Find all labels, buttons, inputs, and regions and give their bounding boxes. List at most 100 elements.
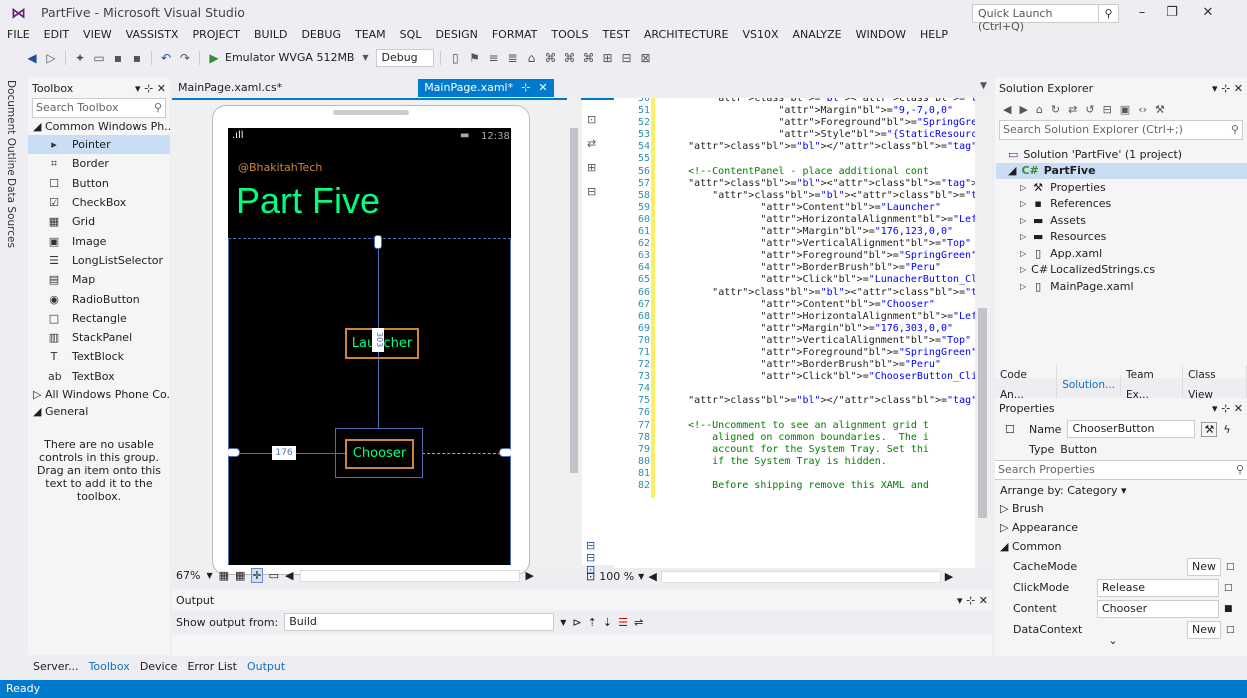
bookmark-next-icon[interactable]: ⌘ <box>561 50 577 66</box>
property-marker[interactable]: □ <box>1224 583 1233 593</box>
pane-controls[interactable]: ▾ ⊹ ✕ <box>1212 82 1243 95</box>
save-icon[interactable]: ▪ <box>110 50 126 66</box>
collapse-all-icon[interactable]: ⊟ <box>1103 103 1112 116</box>
tree-item[interactable]: ▷ C# LocalizedStrings.cs <box>1008 262 1247 279</box>
tree-item[interactable]: ▷ ▬ Resources <box>1008 229 1247 246</box>
tab-list-icon[interactable]: ▼ <box>980 81 987 91</box>
redo-icon[interactable]: ↷ <box>177 50 193 66</box>
tab-mainpage-xaml[interactable]: MainPage.xaml* ⊹ ✕ <box>418 79 554 97</box>
property-marker[interactable]: ■ <box>1224 604 1233 614</box>
tab-mainpage-cs[interactable]: MainPage.xaml.cs* <box>172 79 288 97</box>
format2-icon[interactable]: ⊟ <box>618 50 634 66</box>
expand-icon[interactable]: ▷ <box>1020 232 1026 241</box>
refresh-icon[interactable]: ↺ <box>1085 103 1094 116</box>
menu-item-edit[interactable]: EDIT <box>37 26 76 44</box>
margin-handle[interactable] <box>499 448 511 457</box>
tree-item[interactable]: ▷ ⚒ Properties <box>1008 179 1247 196</box>
scroll-right-icon[interactable]: ▶ <box>526 569 534 582</box>
menu-item-view[interactable]: VIEW <box>76 26 119 44</box>
word-wrap-icon[interactable]: ⇌ <box>634 616 643 629</box>
pending-changes-icon[interactable]: ↻ <box>1051 103 1060 116</box>
menu-item-vassistx[interactable]: VASSISTX <box>119 26 186 44</box>
property-value[interactable]: Release <box>1097 578 1219 597</box>
properties-search-input[interactable]: Search Properties ⚲ <box>995 460 1247 480</box>
xaml-vscrollbar[interactable] <box>975 98 990 568</box>
tree-project[interactable]: ◢ C# PartFive <box>996 162 1247 179</box>
scroll-left-icon[interactable]: ◀ <box>648 570 656 583</box>
menu-item-team[interactable]: TEAM <box>348 26 393 44</box>
snap-lines-icon[interactable]: ▭ <box>269 569 279 582</box>
tree-item[interactable]: ▷ ▯ App.xaml <box>1008 245 1247 262</box>
tool-icon[interactable]: ⚑ <box>466 50 482 66</box>
properties-icon[interactable]: ⚒ <box>1155 103 1165 116</box>
view-code-icon[interactable]: ‹› <box>1138 103 1147 116</box>
clear-all-icon[interactable]: ☰ <box>618 616 628 629</box>
chooser-button-preview[interactable]: Chooser <box>345 439 414 469</box>
xaml-zoom[interactable]: 100 % <box>599 570 634 583</box>
expand-icon[interactable]: ▷ <box>1020 199 1026 208</box>
toolbox-item-longlistselector[interactable]: ☰ LongListSelector <box>28 251 170 270</box>
phone-screen[interactable]: .ıll ▬ 12:38 @BhakitahTech Part Five Lau… <box>228 128 511 565</box>
toolbox-item-textblock[interactable]: T TextBlock <box>28 347 170 366</box>
close-icon[interactable]: ✕ <box>538 79 547 97</box>
format-icon[interactable]: ⊞ <box>599 50 615 66</box>
toolbox-item-checkbox[interactable]: ☑ CheckBox <box>28 193 170 212</box>
show-all-icon[interactable]: ▣ <box>1120 103 1130 116</box>
events-icon[interactable]: ϟ <box>1223 423 1230 436</box>
menu-item-debug[interactable]: DEBUG <box>294 26 348 44</box>
toolbox-item-stackpanel[interactable]: ▥ StackPanel <box>28 328 170 347</box>
configuration-select[interactable]: Debug <box>376 48 435 67</box>
toolbox-item-textbox[interactable]: ab TextBox <box>28 367 170 386</box>
menu-item-sql[interactable]: SQL <box>393 26 429 44</box>
menu-item-file[interactable]: FILE <box>0 26 37 44</box>
solution-tab[interactable]: Solution... <box>1057 375 1121 395</box>
toolbox-item-grid[interactable]: ▦ Grid <box>28 212 170 231</box>
menu-item-help[interactable]: HELP <box>913 26 955 44</box>
back-icon[interactable]: ◀ <box>1003 103 1011 116</box>
arrange-by-select[interactable]: Arrange by: Category ▾ <box>995 482 1247 499</box>
expand-icon[interactable]: ▷ <box>1020 183 1026 192</box>
grid-icon[interactable]: ⊞ <box>587 156 601 180</box>
menu-item-window[interactable]: WINDOW <box>849 26 913 44</box>
property-marker[interactable]: □ <box>1226 625 1235 635</box>
find-message-icon[interactable]: ⊳ <box>572 616 581 629</box>
pane-controls[interactable]: ▾ ⊹ ✕ <box>1212 402 1243 415</box>
uncomment-icon[interactable]: ≣ <box>504 50 520 66</box>
menu-item-format[interactable]: FORMAT <box>485 26 545 44</box>
pane-controls[interactable]: ▾ ⊹ ✕ <box>957 594 988 607</box>
restore-button[interactable]: ❐ <box>1158 3 1186 23</box>
device-icon[interactable]: ▯ <box>447 50 463 66</box>
minimize-button[interactable]: – <box>1128 3 1156 23</box>
expand-icon[interactable]: ▷ <box>1020 249 1026 258</box>
menu-item-vs10x[interactable]: VS10X <box>735 26 785 44</box>
name-input[interactable]: ChooserButton <box>1067 420 1196 438</box>
forward-icon[interactable]: ▶ <box>1019 103 1027 116</box>
property-category[interactable]: ▷ Brush <box>995 499 1247 518</box>
split-icon[interactable]: ⊡ <box>586 570 595 583</box>
forward-icon[interactable]: ▷ <box>43 50 59 66</box>
expand-icon[interactable]: ▷ <box>1020 265 1026 274</box>
new-project-icon[interactable]: ✦ <box>72 50 88 66</box>
home-icon[interactable]: ⌂ <box>1036 103 1043 116</box>
output-source-select[interactable]: Build <box>284 613 555 631</box>
search-icon[interactable]: ⚲ <box>154 101 162 115</box>
chevron-down-icon[interactable]: ⌄ <box>995 634 1231 647</box>
xaml-editor[interactable]: 50 "attr">class"bl">="bl"><"attr">class"… <box>614 98 990 568</box>
toolbox-item-map[interactable]: ▤ Map <box>28 270 170 289</box>
artboard-icon[interactable]: ✛ <box>251 568 263 583</box>
device-icon[interactable]: ⊡ <box>587 108 601 132</box>
bookmark-prev-icon[interactable]: ⌘ <box>542 50 558 66</box>
tree-item[interactable]: ▷ ▬ Assets <box>1008 212 1247 229</box>
toolbox-group-general[interactable]: ◢ General <box>28 403 170 420</box>
scrollbar-thumb[interactable] <box>570 128 578 473</box>
scroll-right-icon[interactable]: ▶ <box>945 570 953 583</box>
properties-wrench-icon[interactable]: ⚒ <box>1201 421 1218 437</box>
run-target[interactable]: Emulator WVGA 512MB <box>225 51 354 64</box>
toolbox-group-common[interactable]: ◢ Common Windows Ph... <box>28 118 170 135</box>
output-hscrollbar[interactable] <box>172 640 990 652</box>
property-marker[interactable]: □ <box>1226 562 1235 572</box>
toolbox-item-rectangle[interactable]: □ Rectangle <box>28 309 170 328</box>
toolbox-item-radiobutton[interactable]: ◉ RadioButton <box>28 289 170 308</box>
chevron-down-icon[interactable]: ▼ <box>638 572 644 581</box>
expand-icon[interactable]: ◢ <box>1000 540 1012 553</box>
